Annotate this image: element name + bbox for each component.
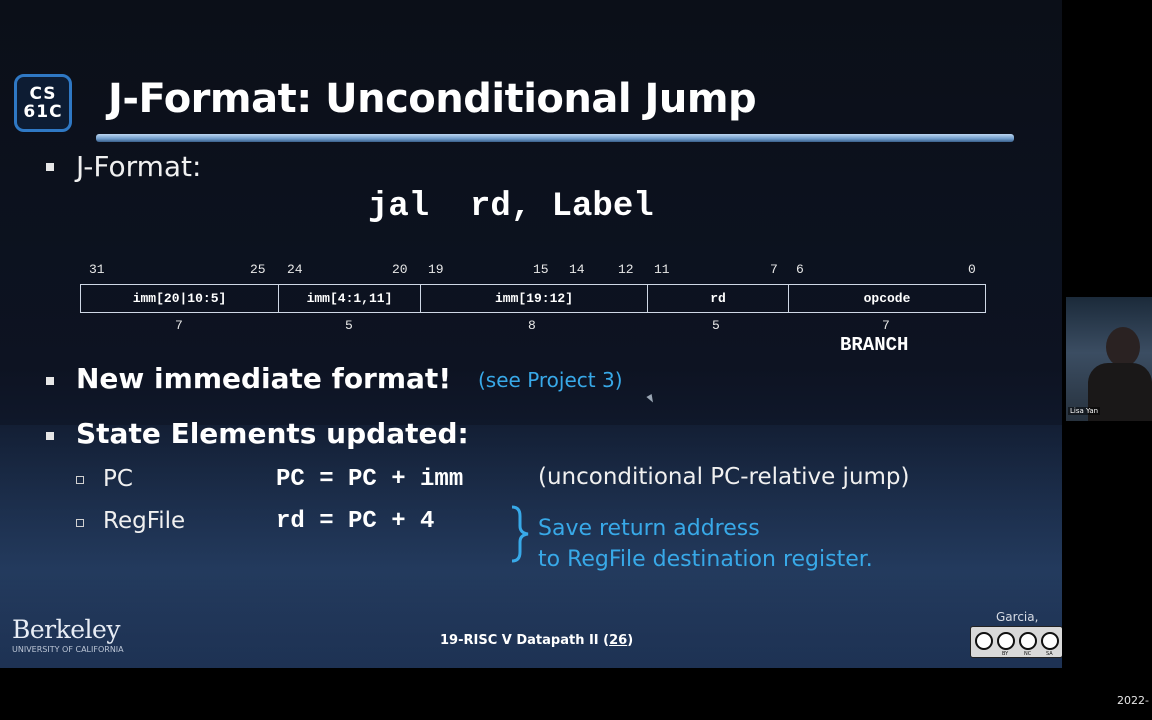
save-note-line-1: Save return address xyxy=(538,516,760,541)
berkeley-subtitle: UNIVERSITY OF CALIFORNIA xyxy=(12,645,124,654)
cc-icon xyxy=(975,632,993,650)
title-underline xyxy=(96,134,1014,142)
pc-update-description: (unconditional PC-relative jump) xyxy=(538,464,910,490)
presenter-head xyxy=(1106,327,1140,367)
bit-number: 25 xyxy=(250,262,266,277)
bit-number: 12 xyxy=(618,262,634,277)
presenter-name: Lisa Yan xyxy=(1068,407,1101,415)
slide-number: 26 xyxy=(609,633,628,648)
webcam-thumbnail: Lisa Yan xyxy=(1066,297,1152,421)
noncommercial-icon xyxy=(1019,632,1037,650)
bit-number: 14 xyxy=(569,262,585,277)
j-format-table: imm[20|10:5] imm[4:1,11] imm[19:12] rd o… xyxy=(80,284,986,313)
logo-line-1: CS xyxy=(29,84,57,104)
attribution-icon xyxy=(997,632,1015,650)
instruction-syntax: jal rd, Label xyxy=(368,188,654,226)
opcode-name: BRANCH xyxy=(840,334,909,356)
field-width: 5 xyxy=(712,318,720,333)
sub-bullet-icon xyxy=(76,519,84,527)
bullet-icon xyxy=(46,163,54,171)
cc-label: SA xyxy=(1046,651,1053,657)
footer-prefix: 19-RISC V Datapath II ( xyxy=(440,633,610,648)
bit-number: 6 xyxy=(796,262,804,277)
logo-line-2: 61C xyxy=(23,102,63,122)
project-note: (see Project 3) xyxy=(478,368,623,392)
cs61c-logo: CS 61C xyxy=(14,74,72,132)
field-width: 8 xyxy=(528,318,536,333)
field-width: 5 xyxy=(345,318,353,333)
bit-number: 11 xyxy=(654,262,670,277)
slide: CS 61C J-Format: Unconditional Jump J-Fo… xyxy=(0,0,1062,668)
berkeley-logo: Berkeley xyxy=(12,615,120,644)
field-imm-4-1-11: imm[4:1,11] xyxy=(279,285,421,312)
field-width: 7 xyxy=(175,318,183,333)
field-imm-20-10-5: imm[20|10:5] xyxy=(81,285,279,312)
bullet-icon xyxy=(46,377,54,385)
bullet-icon xyxy=(46,432,54,440)
bullet-j-format: J-Format: xyxy=(76,150,202,183)
sharealike-icon xyxy=(1041,632,1059,650)
slide-footer: 19-RISC V Datapath II (26) xyxy=(440,633,633,648)
recording-timestamp: 2022- xyxy=(1117,694,1149,707)
cc-label: BY xyxy=(1002,651,1009,657)
bit-number: 7 xyxy=(770,262,778,277)
sub-item-label: PC xyxy=(103,466,133,492)
pc-update-code: PC = PC + imm xyxy=(276,466,464,493)
save-note-line-2: to RegFile destination register. xyxy=(538,547,873,572)
bit-number: 31 xyxy=(89,262,105,277)
slide-title: J-Format: Unconditional Jump xyxy=(108,76,757,122)
bit-number: 20 xyxy=(392,262,408,277)
sub-bullet-icon xyxy=(76,476,84,484)
field-rd: rd xyxy=(648,285,789,312)
footer-suffix: ) xyxy=(627,633,634,648)
bullet-state-elements: State Elements updated: xyxy=(76,417,469,450)
sub-item-label: RegFile xyxy=(103,508,186,534)
mouse-cursor-icon xyxy=(646,394,656,404)
cc-label: NC xyxy=(1024,651,1032,657)
field-opcode: opcode xyxy=(863,291,911,306)
bit-number: 0 xyxy=(968,262,976,277)
regfile-update-code: rd = PC + 4 xyxy=(276,508,435,535)
creative-commons-badge: BY NC SA xyxy=(970,626,1062,658)
bit-number: 15 xyxy=(533,262,549,277)
bullet-new-immediate: New immediate format! xyxy=(76,362,452,395)
save-return-note: Save return address to RegFile destinati… xyxy=(538,513,873,575)
brace-icon xyxy=(511,505,529,563)
bit-number: 24 xyxy=(287,262,303,277)
field-imm-19-12: imm[19:12] xyxy=(421,285,648,312)
field-width: 7 xyxy=(882,318,890,333)
bit-number: 19 xyxy=(428,262,444,277)
